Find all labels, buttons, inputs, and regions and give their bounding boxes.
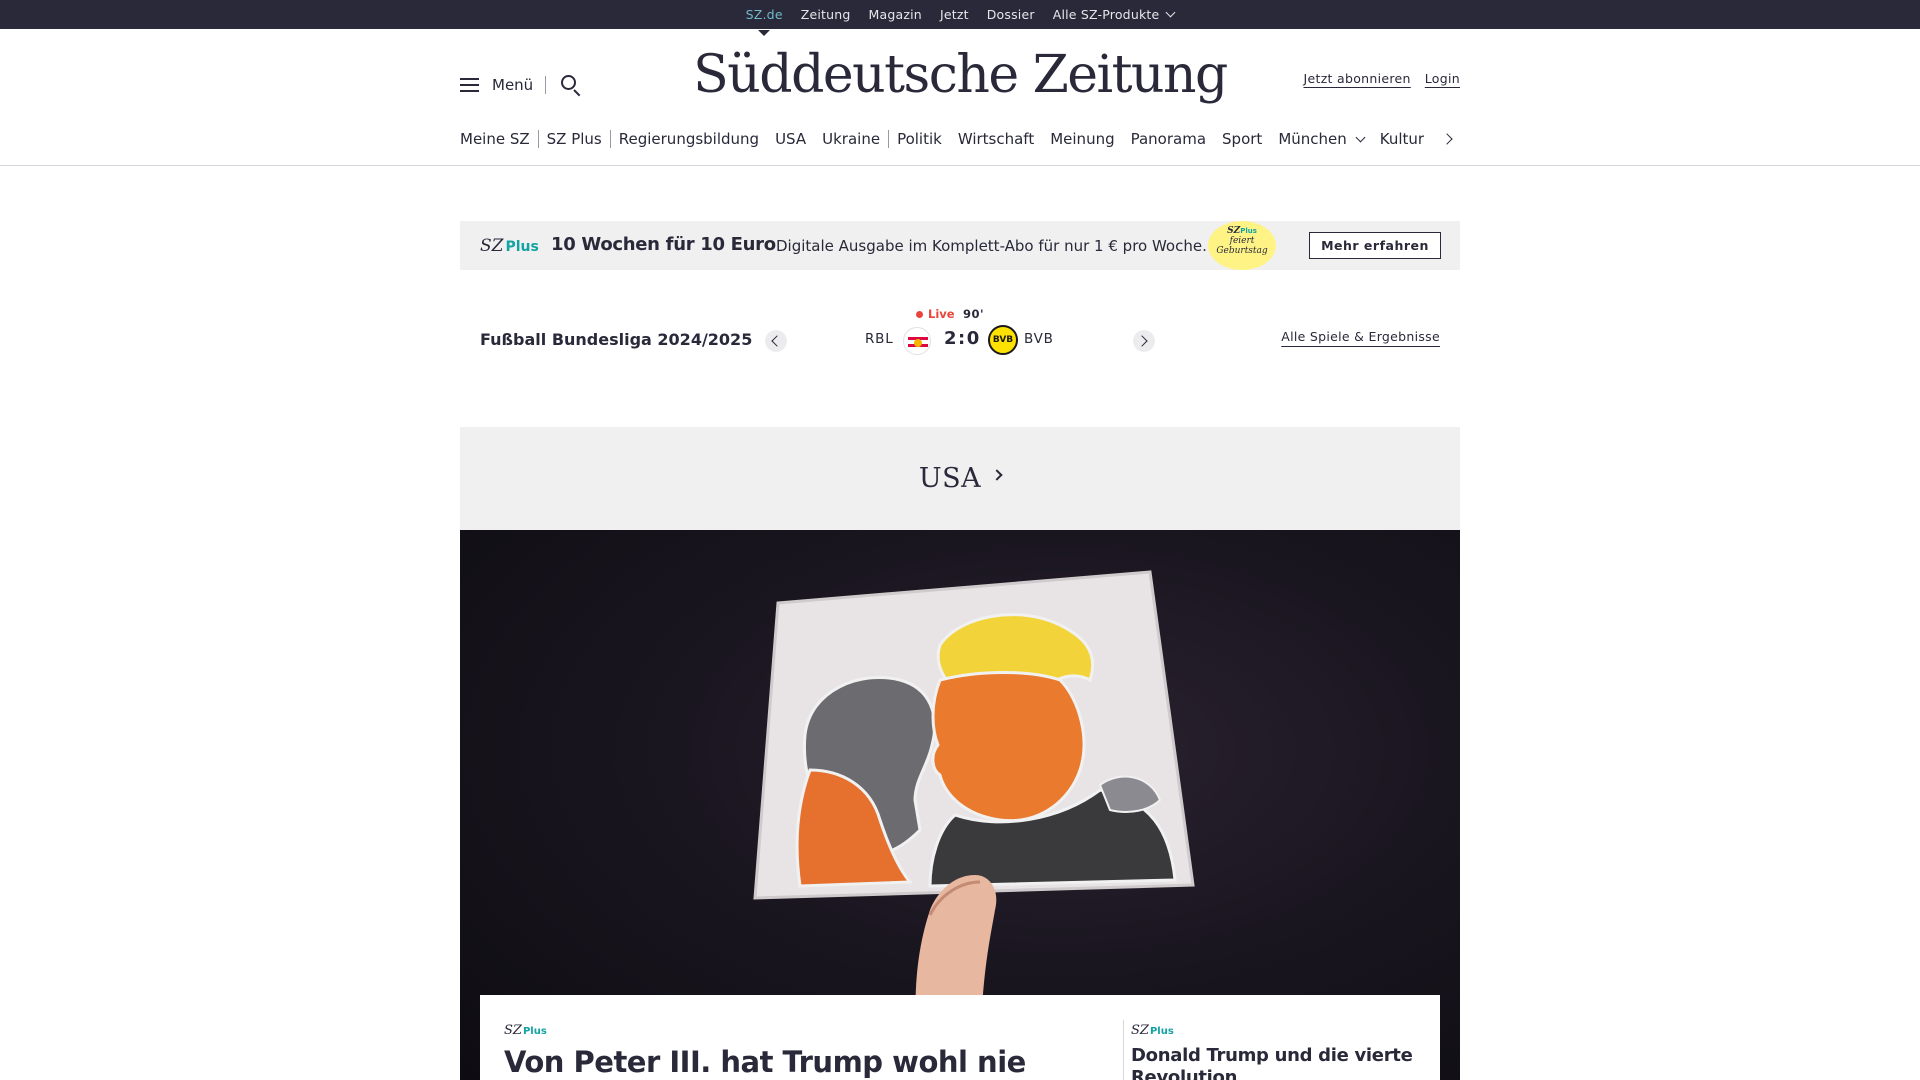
nav-item-sz-plus[interactable]: SZ Plus bbox=[539, 130, 611, 148]
sz-plus-promo-banner: SZ Plus 10 Wochen für 10 Euro Digitale Au… bbox=[460, 221, 1460, 270]
home-team[interactable]: RBL bbox=[865, 331, 894, 347]
bundesliga-scoreboard: Fußball Bundesliga 2024/2025 Live 90' RB… bbox=[460, 300, 1460, 380]
all-products-dropdown[interactable]: Alle SZ-Produkte bbox=[1052, 7, 1176, 22]
badge-logo: SZPlus bbox=[1208, 226, 1276, 236]
top-bar: SZ.de Zeitung Magazin Jetzt Dossier Alle… bbox=[0, 0, 1920, 36]
badge-line-2: Geburtstag bbox=[1216, 246, 1268, 256]
chevron-down-icon bbox=[1355, 132, 1366, 143]
side-teaser[interactable]: SZPlus Donald Trump und die vierte Revol… bbox=[1131, 995, 1431, 1080]
rbl-crest-icon bbox=[903, 327, 931, 355]
match-score[interactable]: 2:0 bbox=[944, 328, 981, 349]
learn-more-button[interactable]: Mehr erfahren bbox=[1309, 232, 1441, 259]
nav-item-kultur[interactable]: Kultur bbox=[1372, 130, 1432, 148]
nav-item-muenchen[interactable]: München bbox=[1270, 130, 1371, 148]
sz-plus-kicker-sz: SZ bbox=[504, 1023, 522, 1038]
product-link-jetzt[interactable]: Jetzt bbox=[940, 7, 969, 22]
main-headline[interactable]: Von Peter III. hat Trump wohl nie bbox=[504, 1045, 1026, 1079]
site-header: Menü Süddeutsche Zeitung Jetzt abonniere… bbox=[460, 29, 1460, 165]
ressort-nav: Meine SZ SZ Plus Regierungsbildung USA U… bbox=[460, 125, 1460, 153]
all-products-label: Alle SZ-Produkte bbox=[1052, 7, 1160, 22]
birthday-badge: SZPlus feiert Geburtstag bbox=[1208, 221, 1276, 270]
section-title[interactable]: USA bbox=[919, 463, 981, 494]
nav-item-muenchen-label: München bbox=[1278, 130, 1347, 148]
sz-plus-kicker-plus: Plus bbox=[522, 1026, 547, 1037]
away-team[interactable]: BVB bbox=[1024, 331, 1054, 347]
sz-plus-kicker: SZPlus bbox=[504, 1023, 547, 1038]
chevron-down-icon bbox=[1165, 7, 1176, 18]
sz-plus-kicker-plus: Plus bbox=[1149, 1026, 1174, 1037]
sz-plus-logo-sz: SZ bbox=[480, 236, 504, 256]
nav-item-politik[interactable]: Politik bbox=[889, 130, 950, 148]
product-link-dossier[interactable]: Dossier bbox=[987, 7, 1035, 22]
side-headline[interactable]: Donald Trump und die vierte Revolution bbox=[1131, 1045, 1431, 1080]
product-nav: SZ.de Zeitung Magazin Jetzt Dossier Alle… bbox=[0, 0, 1920, 36]
nav-item-panorama[interactable]: Panorama bbox=[1123, 130, 1214, 148]
sz-plus-logo-plus: Plus bbox=[505, 239, 539, 255]
header-divider bbox=[0, 165, 1920, 166]
teaser-divider bbox=[1123, 1020, 1124, 1080]
match-minute: 90' bbox=[963, 307, 985, 321]
badge-logo-plus: Plus bbox=[1240, 227, 1257, 235]
badge-logo-sz: SZ bbox=[1227, 226, 1241, 236]
nav-item-meine-sz[interactable]: Meine SZ bbox=[460, 130, 539, 148]
badge-line-1: feiert bbox=[1229, 236, 1255, 246]
sz-plus-kicker: SZPlus bbox=[1131, 1023, 1174, 1038]
all-games-link[interactable]: Alle Spiele & Ergebnisse bbox=[1281, 329, 1440, 344]
article-teaser-card: SZPlus Von Peter III. hat Trump wohl nie… bbox=[480, 995, 1440, 1080]
live-label: Live bbox=[928, 307, 955, 321]
chevron-right-icon bbox=[991, 468, 1003, 481]
next-match-button[interactable] bbox=[1133, 330, 1155, 352]
live-indicator: Live bbox=[916, 307, 955, 321]
chevron-right-icon[interactable] bbox=[1440, 129, 1460, 149]
product-link-sz-de[interactable]: SZ.de bbox=[746, 7, 783, 36]
product-link-magazin[interactable]: Magazin bbox=[869, 7, 922, 22]
live-dot-icon bbox=[916, 310, 923, 318]
subscribe-link[interactable]: Jetzt abonnieren bbox=[1304, 71, 1411, 86]
nav-item-meinung[interactable]: Meinung bbox=[1042, 130, 1122, 148]
league-title: Fußball Bundesliga 2024/2025 bbox=[480, 330, 753, 349]
main-teaser[interactable]: SZPlus Von Peter III. hat Trump wohl nie bbox=[504, 995, 1094, 1080]
promo-text: Digitale Ausgabe im Komplett-Abo für nur… bbox=[776, 237, 1207, 255]
previous-match-button[interactable] bbox=[765, 330, 787, 352]
section-header[interactable]: USA bbox=[460, 427, 1460, 530]
nav-item-regierungsbildung[interactable]: Regierungsbildung bbox=[611, 130, 767, 148]
account-links: Jetzt abonnieren Login bbox=[1304, 71, 1460, 86]
nav-item-sport[interactable]: Sport bbox=[1214, 130, 1270, 148]
login-link[interactable]: Login bbox=[1425, 71, 1460, 86]
sz-plus-logo: SZ Plus bbox=[480, 236, 539, 256]
sz-plus-kicker-sz: SZ bbox=[1131, 1023, 1149, 1038]
nav-item-wirtschaft[interactable]: Wirtschaft bbox=[950, 130, 1042, 148]
nav-item-usa[interactable]: USA bbox=[767, 130, 814, 148]
product-link-zeitung[interactable]: Zeitung bbox=[801, 7, 851, 22]
promo-headline: 10 Wochen für 10 Euro bbox=[551, 234, 776, 255]
nav-item-ukraine[interactable]: Ukraine bbox=[814, 130, 890, 148]
bvb-crest-icon: BVB bbox=[988, 325, 1018, 355]
